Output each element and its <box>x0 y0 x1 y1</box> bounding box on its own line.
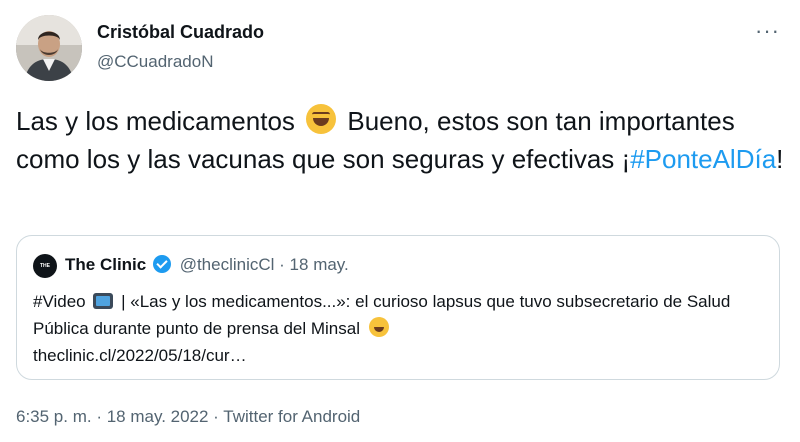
quote-hashtag: #Video <box>33 292 86 311</box>
quote-header: The Clinic @theclinicCl · 18 may. <box>65 255 349 275</box>
author-handle[interactable]: @CCuadradoN <box>97 52 213 72</box>
avatar-photo <box>16 15 82 81</box>
quote-link[interactable]: theclinic.cl/2022/05/18/cur… <box>33 346 247 365</box>
rolling-on-floor-laughing-icon <box>306 104 337 134</box>
avatar[interactable] <box>16 15 82 81</box>
grinning-sweat-icon <box>368 317 389 337</box>
quote-author-name[interactable]: The Clinic <box>65 255 146 274</box>
more-options-icon[interactable]: ··· <box>755 20 780 42</box>
quote-author-handle[interactable]: @theclinicCl <box>180 255 275 274</box>
verified-badge-icon <box>152 255 171 273</box>
hashtag-link[interactable]: #PonteAlDía <box>630 144 776 174</box>
television-icon <box>93 293 114 309</box>
quoted-tweet[interactable]: THE CLINIC The Clinic @theclinicCl · 18 … <box>16 235 780 380</box>
tweet-text-part1: Las y los medicamentos <box>16 106 295 136</box>
quote-body: #Video | «Las y los medicamentos...»: el… <box>33 288 763 369</box>
author-name[interactable]: Cristóbal Cuadrado <box>97 22 264 43</box>
tweet-timestamp[interactable]: 6:35 p. m. · 18 may. 2022 · Twitter for … <box>16 407 360 427</box>
tweet-text: Las y los medicamentos Bueno, estos son … <box>16 102 786 178</box>
quote-date: · 18 may. <box>279 255 349 274</box>
the-clinic-logo: THE CLINIC <box>33 254 57 293</box>
tweet-text-part3: ! <box>776 144 784 174</box>
